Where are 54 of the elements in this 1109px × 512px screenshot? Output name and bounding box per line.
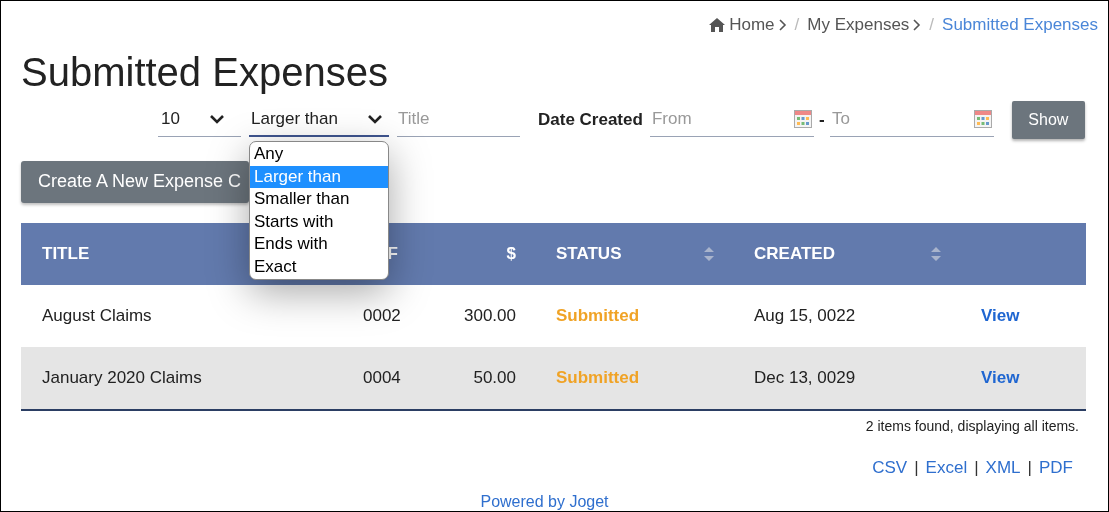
status-text: Submitted [555, 304, 641, 327]
export-separator: | [914, 456, 919, 479]
export-separator: | [974, 456, 979, 479]
page-size-select[interactable]: 10 [158, 102, 241, 137]
results-summary: 2 items found, displaying all items. [864, 416, 1080, 436]
table-cell-text: 0002 [362, 304, 402, 327]
chevron-down-icon [367, 113, 383, 124]
chevron-right-icon [778, 18, 787, 31]
create-expense-button[interactable]: Create A New Expense C [21, 160, 249, 203]
export-link[interactable]: PDF [1039, 454, 1073, 480]
dropdown-option[interactable]: Starts with [250, 210, 388, 233]
breadcrumb-link[interactable]: Home [709, 12, 787, 38]
view-link[interactable]: View [981, 364, 1020, 391]
column-header[interactable]: CREATED [734, 240, 961, 267]
calendar-icon[interactable] [973, 110, 992, 128]
to-date-field[interactable]: To [829, 102, 994, 137]
table-cell-text: 0004 [362, 366, 402, 389]
export-link[interactable]: XML [985, 454, 1021, 480]
breadcrumb-link[interactable]: My Expenses [807, 12, 922, 38]
match-select[interactable]: Larger than [249, 102, 389, 137]
view-link[interactable]: View [981, 302, 1020, 329]
from-date-field[interactable]: From [649, 102, 814, 137]
dropdown-option[interactable]: Smaller than [250, 188, 388, 211]
chevron-right-icon [913, 18, 922, 31]
breadcrumb-separator: / [794, 14, 800, 36]
powered-by-link[interactable]: Powered by Joget [480, 490, 609, 511]
dropdown-option[interactable]: Larger than [250, 165, 388, 188]
chevron-down-icon [209, 114, 225, 124]
sort-icon[interactable] [704, 246, 714, 261]
dropdown-option[interactable]: Any [250, 143, 388, 166]
table-cell-text: August Claims [41, 304, 153, 327]
column-header[interactable]: $ [421, 240, 536, 267]
table-cell-text: 300.00 [463, 304, 517, 327]
calendar-icon[interactable] [793, 110, 812, 128]
date-range-separator: - [818, 108, 826, 131]
column-header[interactable]: STATUS [536, 240, 734, 267]
dropdown-option[interactable]: Ends with [250, 233, 388, 256]
export-separator: | [1027, 456, 1032, 479]
table-cell-text: Aug 15, 0022 [753, 304, 857, 327]
title-field[interactable]: Title [397, 102, 520, 137]
table-cell-text: January 2020 Claims [41, 366, 203, 389]
date-created-label: Date Created [538, 108, 643, 131]
page-title: Submitted Expenses [20, 51, 389, 92]
status-text: Submitted [555, 366, 641, 389]
table-cell-text: 50.00 [472, 366, 517, 389]
breadcrumb-separator: / [929, 14, 935, 36]
sort-icon[interactable] [931, 246, 941, 261]
export-link[interactable]: CSV [872, 454, 908, 480]
table-cell-text: Dec 13, 0029 [753, 366, 857, 389]
dropdown-option[interactable]: Exact [250, 255, 388, 278]
breadcrumb-link[interactable]: Submitted Expenses [942, 12, 1098, 38]
show-button[interactable]: Show [1011, 100, 1085, 139]
home-icon [709, 17, 726, 32]
export-link[interactable]: Excel [925, 454, 968, 480]
